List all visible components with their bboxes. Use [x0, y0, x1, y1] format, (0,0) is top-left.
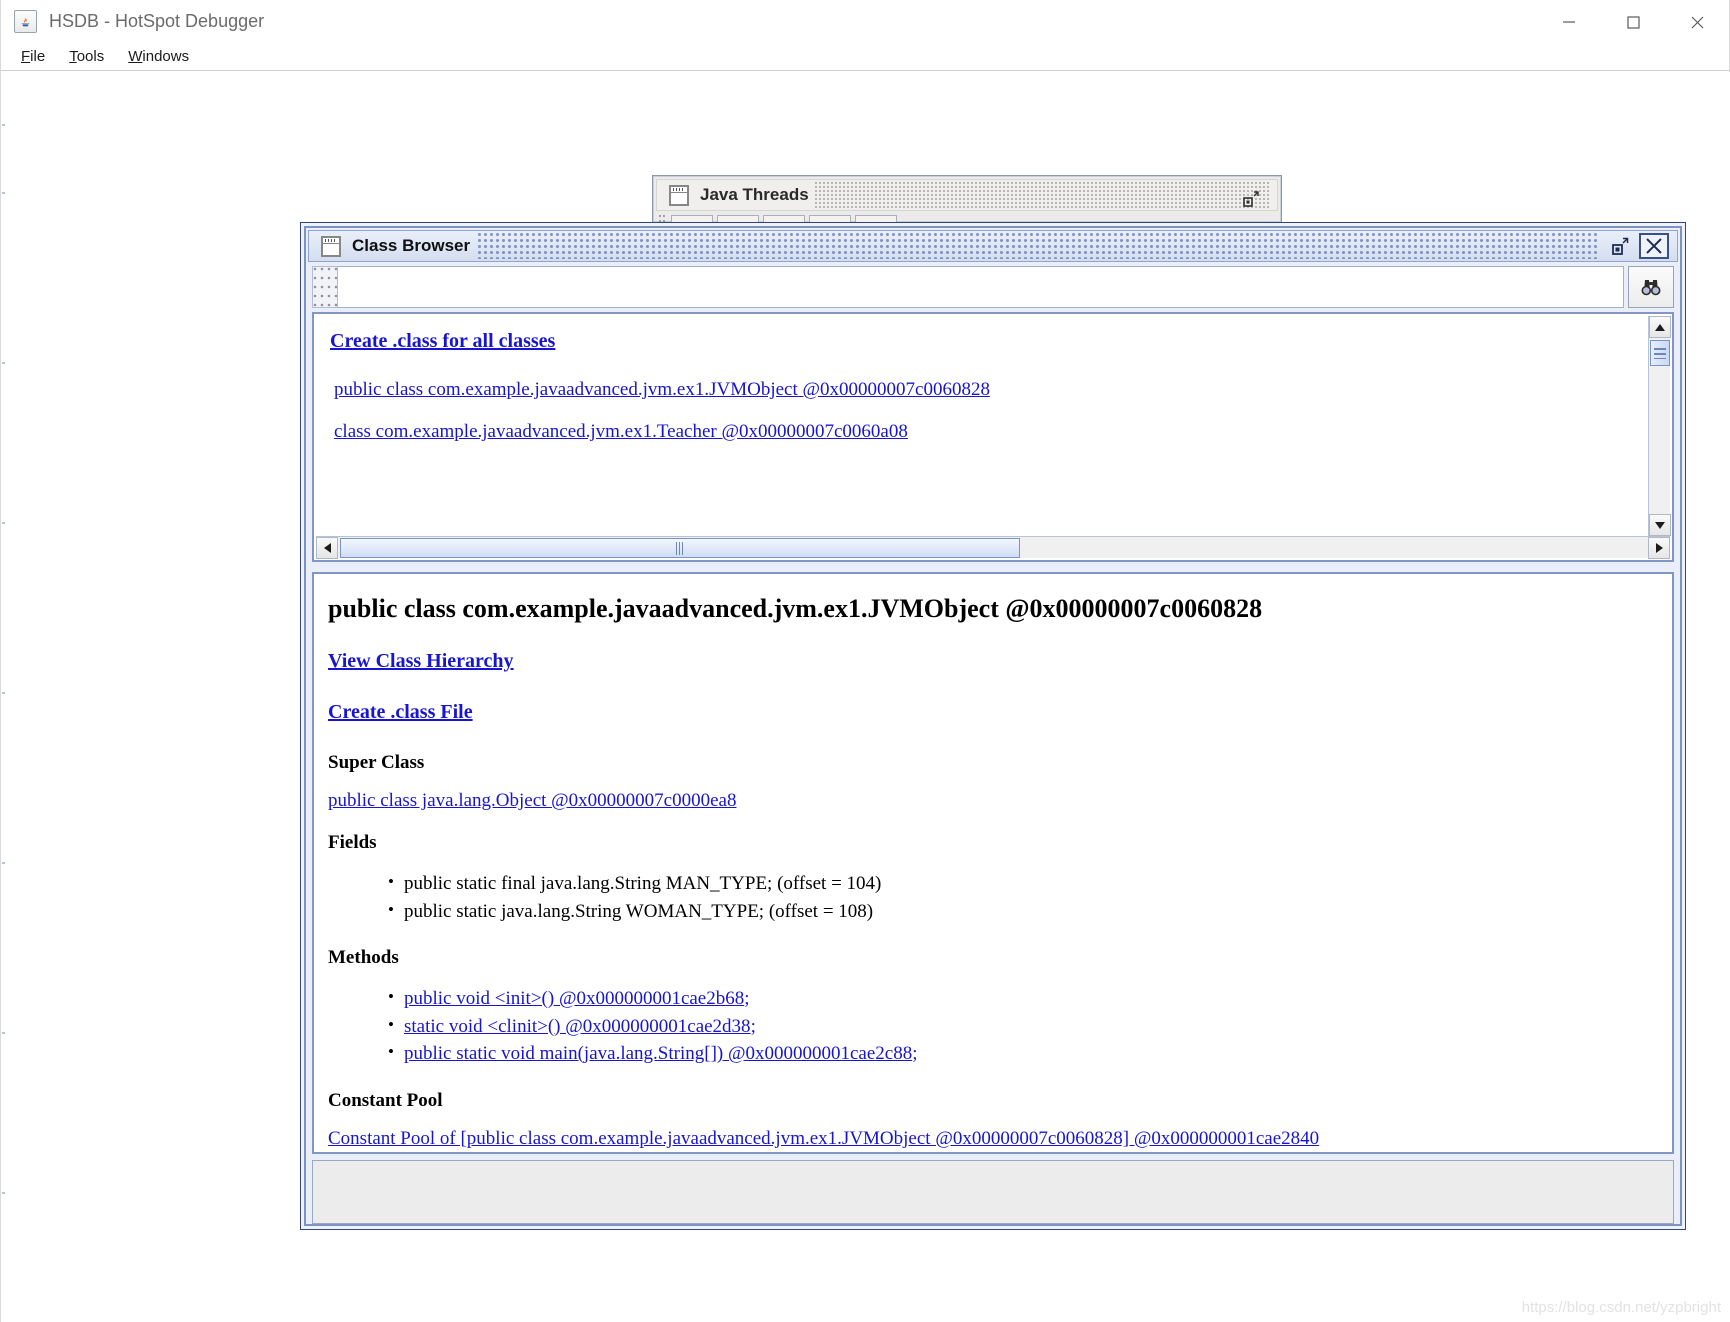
- scroll-up-button[interactable]: [1649, 316, 1671, 338]
- search-input[interactable]: [338, 266, 1624, 308]
- method-link[interactable]: public static void main(java.lang.String…: [404, 1043, 912, 1064]
- maximize-button[interactable]: [1601, 0, 1665, 43]
- scroll-left-button[interactable]: [316, 537, 338, 559]
- class-detail-heading: public class com.example.javaadvanced.jv…: [328, 594, 1263, 623]
- hsdb-main-window: HSDB - HotSpot Debugger File Tools Windo…: [0, 0, 1730, 1322]
- method-suffix: ;: [912, 1043, 918, 1065]
- method-suffix: ;: [744, 988, 750, 1010]
- class-list-vertical-scrollbar[interactable]: [1648, 316, 1671, 536]
- find-button[interactable]: [1628, 266, 1674, 308]
- method-list-item: public static void main(java.lang.String…: [388, 1040, 1672, 1068]
- titlebar-hatch-fill: [478, 233, 1597, 259]
- fields-list: public static final java.lang.String MAN…: [328, 870, 1672, 925]
- window-document-icon: [321, 235, 341, 257]
- method-list-item: public void <init>() @0x000000001cae2b68…: [388, 985, 1672, 1013]
- class-list-horizontal-scrollbar[interactable]: [316, 536, 1670, 559]
- chevron-right-icon: [1655, 543, 1663, 553]
- class-list-item[interactable]: class com.example.javaadvanced.jvm.ex1.T…: [330, 421, 1648, 443]
- class-browser-search-toolbar: [312, 266, 1674, 308]
- methods-list: public void <init>() @0x000000001cae2b68…: [328, 985, 1672, 1068]
- close-button[interactable]: [1665, 0, 1729, 43]
- maximize-icon: [1627, 15, 1640, 29]
- class-browser-status-panel: [312, 1160, 1674, 1224]
- java-cup-icon: [14, 10, 37, 33]
- field-list-item: public static final java.lang.String MAN…: [388, 870, 1672, 898]
- scroll-down-button[interactable]: [1649, 514, 1671, 536]
- class-browser-close-button[interactable]: [1639, 233, 1669, 259]
- methods-label: Methods: [328, 947, 399, 969]
- java-threads-title: Java Threads: [700, 185, 809, 204]
- app-title: HSDB - HotSpot Debugger: [49, 11, 265, 31]
- vertical-scrollbar-thumb[interactable]: [1650, 340, 1670, 366]
- menu-windows[interactable]: Windows: [116, 46, 201, 67]
- constant-pool-label: Constant Pool: [328, 1089, 443, 1111]
- chevron-left-icon: [323, 543, 331, 553]
- view-class-hierarchy-link[interactable]: View Class Hierarchy: [328, 650, 1672, 673]
- class-browser-frame-inner: Class Browser Create .class for all clas…: [304, 226, 1682, 1226]
- desktop-pane: Java Threads Class Browser Create .class…: [2, 72, 1730, 1322]
- method-link[interactable]: static void <clinit>() @0x000000001cae2d…: [404, 1016, 751, 1037]
- method-suffix: ;: [750, 1015, 756, 1037]
- window-controls: [1537, 0, 1729, 43]
- method-link[interactable]: public void <init>() @0x000000001cae2b68: [404, 988, 744, 1009]
- class-list-viewport: Create .class for all classes public cla…: [316, 316, 1648, 536]
- watermark: https://blog.csdn.net/yzpbright: [1521, 1299, 1721, 1316]
- method-list-item: static void <clinit>() @0x000000001cae2d…: [388, 1013, 1672, 1041]
- java-threads-titlebar[interactable]: Java Threads: [656, 179, 1278, 211]
- java-threads-restore-button[interactable]: [1241, 189, 1261, 209]
- app-titlebar: HSDB - HotSpot Debugger: [1, 0, 1729, 43]
- close-icon: [1646, 238, 1662, 254]
- create-class-file-link[interactable]: Create .class File: [328, 701, 1672, 724]
- restore-icon: [1612, 237, 1629, 255]
- horizontal-scrollbar-thumb[interactable]: [340, 538, 1020, 558]
- chevron-up-icon: [1655, 323, 1665, 331]
- chevron-down-icon: [1655, 521, 1665, 529]
- super-class-link[interactable]: public class java.lang.Object @0x0000000…: [328, 790, 736, 812]
- super-class-label: Super Class: [328, 752, 425, 773]
- class-browser-restore-button[interactable]: [1605, 233, 1635, 259]
- class-list-pane: Create .class for all classes public cla…: [312, 312, 1674, 562]
- titlebar-hatch-fill: [814, 182, 1271, 208]
- binoculars-icon: [1641, 280, 1661, 296]
- close-icon: [1691, 16, 1704, 28]
- menu-file[interactable]: File: [9, 46, 57, 67]
- window-document-icon: [669, 184, 689, 206]
- toolbar-drag-handle[interactable]: [312, 266, 338, 308]
- class-browser-titlebar[interactable]: Class Browser: [308, 230, 1678, 262]
- app-title-group: HSDB - HotSpot Debugger: [1, 10, 264, 33]
- java-threads-internal-frame[interactable]: Java Threads: [652, 175, 1282, 223]
- field-list-item: public static java.lang.String WOMAN_TYP…: [388, 898, 1672, 926]
- restore-icon: [1243, 191, 1259, 207]
- create-class-for-all-classes-link[interactable]: Create .class for all classes: [330, 330, 1648, 353]
- class-list-item[interactable]: public class com.example.javaadvanced.jv…: [330, 379, 1648, 401]
- menubar: File Tools Windows: [1, 43, 1729, 71]
- constant-pool-link[interactable]: Constant Pool of [public class com.examp…: [328, 1128, 1319, 1150]
- menu-tools[interactable]: Tools: [57, 46, 116, 67]
- minimize-button[interactable]: [1537, 0, 1601, 43]
- class-browser-internal-frame[interactable]: Class Browser Create .class for all clas…: [300, 222, 1686, 1230]
- scroll-right-button[interactable]: [1648, 537, 1670, 559]
- fields-label: Fields: [328, 832, 377, 853]
- class-browser-title: Class Browser: [352, 236, 471, 255]
- class-detail-pane: public class com.example.javaadvanced.jv…: [312, 572, 1674, 1154]
- minimize-icon: [1563, 20, 1575, 23]
